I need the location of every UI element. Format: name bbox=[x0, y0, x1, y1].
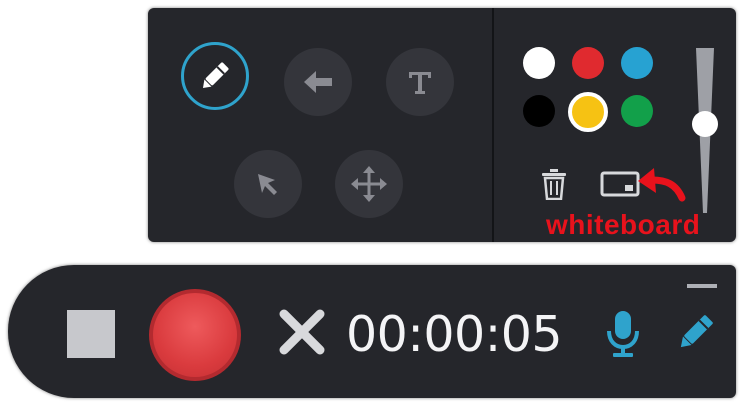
text-T-icon bbox=[406, 68, 434, 96]
color-swatch-red[interactable] bbox=[572, 47, 604, 79]
select-tool-button[interactable] bbox=[234, 150, 302, 218]
text-tool-button[interactable] bbox=[386, 48, 454, 116]
arrow-left-icon bbox=[302, 69, 334, 95]
annotation-arrow-icon bbox=[632, 160, 688, 209]
arrow-tool-button[interactable] bbox=[284, 48, 352, 116]
microphone-toggle-button[interactable] bbox=[605, 309, 641, 364]
cursor-pointer-icon bbox=[255, 171, 281, 197]
recording-control-bar: 00:00:05 bbox=[8, 265, 736, 398]
microphone-icon bbox=[605, 311, 641, 363]
move-tool-button[interactable] bbox=[335, 150, 403, 218]
whiteboard-annotation-label: whiteboard bbox=[546, 209, 701, 240]
stop-button[interactable] bbox=[67, 310, 115, 358]
record-circle-icon bbox=[153, 293, 237, 377]
color-swatch-yellow[interactable] bbox=[568, 92, 608, 132]
slider-knob[interactable] bbox=[692, 111, 718, 137]
stroke-size-slider[interactable] bbox=[690, 48, 720, 213]
color-swatch-black[interactable] bbox=[523, 95, 555, 127]
draw-toggle-button[interactable] bbox=[675, 313, 715, 358]
screen-recorder-ui: whiteboard 00:00:05 bbox=[0, 0, 740, 403]
pen-tool-button[interactable] bbox=[181, 42, 249, 110]
annotation-palette: whiteboard bbox=[148, 8, 736, 242]
color-swatch-green[interactable] bbox=[621, 95, 653, 127]
move-arrows-icon bbox=[349, 164, 389, 204]
trash-icon bbox=[540, 168, 568, 205]
cancel-recording-button[interactable] bbox=[278, 308, 326, 361]
color-swatch-white[interactable] bbox=[523, 47, 555, 79]
record-button[interactable] bbox=[149, 289, 241, 381]
pencil-icon bbox=[198, 59, 232, 93]
minimize-dash-icon[interactable] bbox=[687, 284, 717, 288]
pencil-icon bbox=[675, 315, 715, 357]
close-x-icon bbox=[278, 309, 326, 360]
recording-timer: 00:00:05 bbox=[346, 306, 563, 363]
color-swatch-blue[interactable] bbox=[621, 47, 653, 79]
clear-drawing-button[interactable] bbox=[538, 168, 570, 204]
palette-divider bbox=[492, 8, 494, 242]
